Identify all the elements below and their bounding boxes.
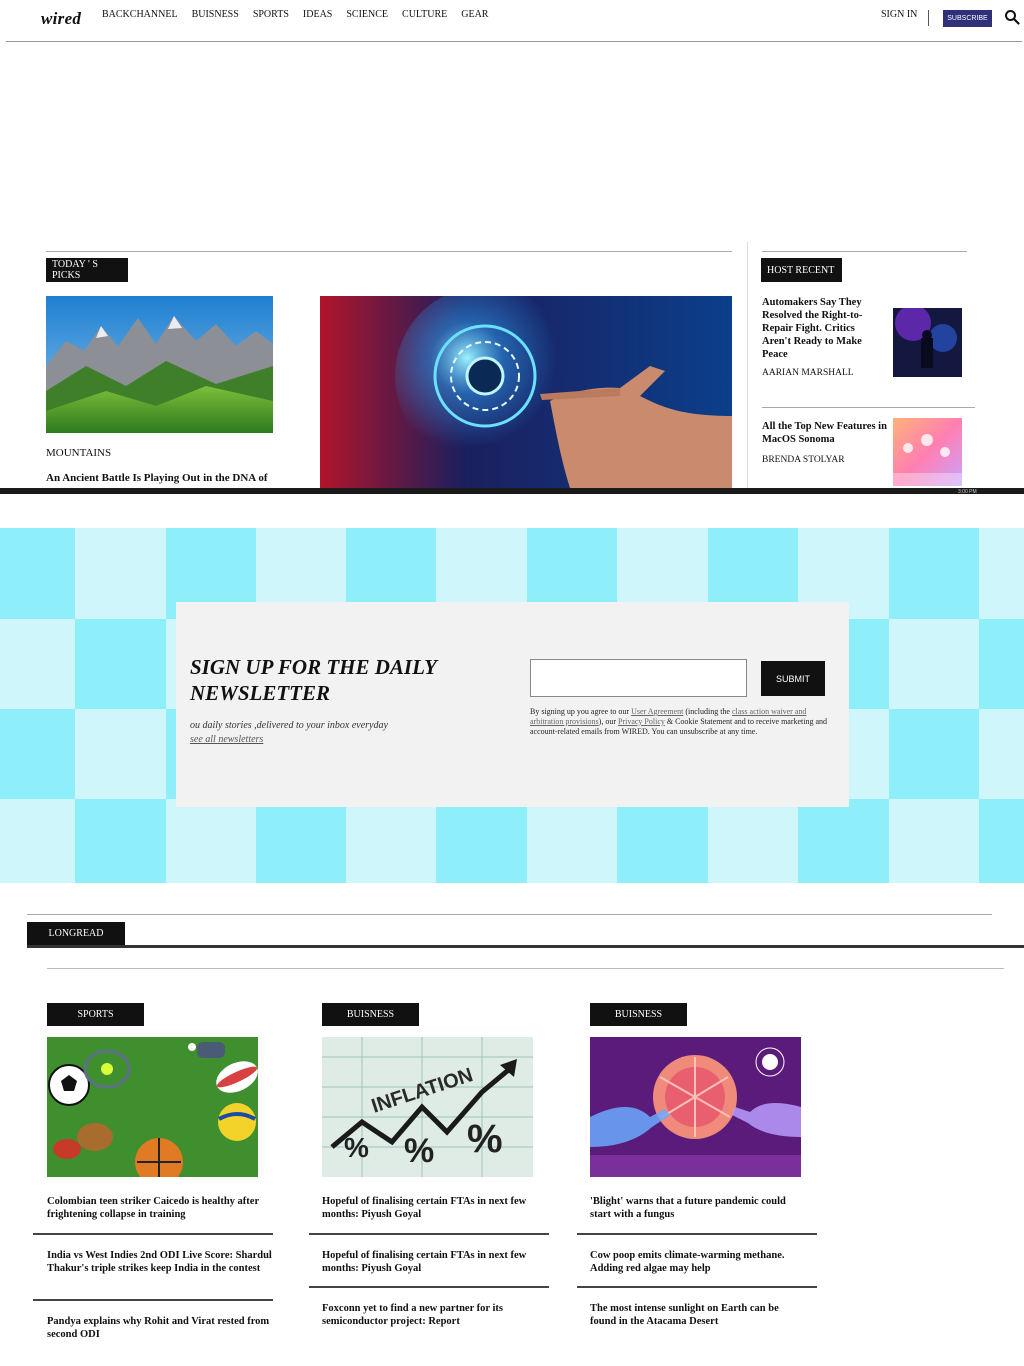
user-agreement-link[interactable]: User Agreement bbox=[631, 707, 683, 716]
inflation-image[interactable]: INFLATION % % % bbox=[322, 1037, 533, 1177]
article-separator bbox=[33, 1233, 273, 1235]
taskbar-strip bbox=[0, 488, 1024, 494]
newsletter-subtitle: ou daily stories ,delivered to your inbo… bbox=[190, 720, 388, 731]
article-title[interactable]: Foxconn yet to find a new partner for it… bbox=[322, 1302, 537, 1328]
nav-item-ideas[interactable]: IDEAS bbox=[303, 9, 332, 20]
search-icon[interactable] bbox=[1004, 9, 1020, 25]
legal-text: (including the bbox=[683, 707, 732, 716]
longread-label: LONGREAD bbox=[27, 922, 125, 945]
longread-rule bbox=[47, 968, 1004, 969]
nav-item-culture[interactable]: CULTURE bbox=[402, 9, 447, 20]
article-title[interactable]: India vs West Indies 2nd ODI Live Score:… bbox=[47, 1249, 272, 1275]
card-title[interactable]: An Ancient Battle Is Playing Out in the … bbox=[46, 472, 276, 487]
article-title[interactable]: Pandya explains why Rohit and Virat rest… bbox=[47, 1315, 272, 1341]
fungus-image[interactable] bbox=[590, 1037, 801, 1177]
recent-separator bbox=[762, 407, 975, 408]
sports-image[interactable] bbox=[47, 1037, 258, 1177]
most-recent-label: HOST RECENT bbox=[761, 258, 842, 282]
sign-in-link[interactable]: SIGN IN bbox=[881, 9, 917, 20]
newsletter-submit-button[interactable]: SUBMIT bbox=[761, 661, 825, 696]
newsletter-email-input[interactable] bbox=[530, 659, 747, 697]
longread-thick-rule bbox=[27, 945, 1024, 948]
taskbar-clock: 3:00 PM bbox=[958, 489, 977, 495]
article-title[interactable]: Hopeful of finalising certain FTAs in ne… bbox=[322, 1249, 537, 1275]
header-underline bbox=[6, 41, 1022, 42]
recent-item-author: BRENDA STOLYAR bbox=[762, 455, 845, 465]
longread-top-rule bbox=[27, 914, 992, 915]
legal-text: ), our bbox=[598, 717, 618, 726]
article-title[interactable]: 'Blight' warns that a future pandemic co… bbox=[590, 1195, 805, 1221]
legal-text: By signing up you agree to our bbox=[530, 707, 632, 716]
card-kicker: MOUNTAINS bbox=[46, 447, 112, 459]
article-title[interactable]: Colombian teen striker Caicedo is health… bbox=[47, 1195, 262, 1221]
article-separator bbox=[309, 1233, 549, 1235]
article-separator bbox=[33, 1299, 273, 1301]
subscribe-button[interactable]: SUBSCRIBE bbox=[943, 10, 992, 27]
category-tag[interactable]: SPORTS bbox=[47, 1003, 144, 1026]
nav-item-sports[interactable]: SPORTS bbox=[253, 9, 289, 20]
recent-item-image[interactable] bbox=[893, 308, 962, 377]
tech-hand-image[interactable] bbox=[320, 296, 732, 488]
main-nav: BACKCHANNEL BUISNESS SPORTS IDEAS SCIENC… bbox=[102, 9, 488, 20]
svg-text:%: % bbox=[404, 1132, 434, 1170]
article-separator bbox=[577, 1286, 817, 1288]
see-all-newsletters-link[interactable]: see all newsletters bbox=[190, 734, 263, 745]
picks-rule bbox=[46, 251, 732, 252]
category-tag[interactable]: BUISNESS bbox=[322, 1003, 419, 1026]
mountain-image[interactable] bbox=[46, 296, 273, 433]
recent-item-author: AARIAN MARSHALL bbox=[762, 368, 854, 378]
svg-text:%: % bbox=[344, 1132, 369, 1163]
article-title[interactable]: Hopeful of finalising certain FTAs in ne… bbox=[322, 1195, 537, 1221]
column-divider bbox=[747, 242, 748, 488]
nav-item-backchannel[interactable]: BACKCHANNEL bbox=[102, 9, 178, 20]
category-tag[interactable]: BUISNESS bbox=[590, 1003, 687, 1026]
svg-text:%: % bbox=[467, 1117, 503, 1161]
todays-picks-label: TODAY ' S PICKS bbox=[46, 258, 128, 282]
nav-item-science[interactable]: SCIENCE bbox=[346, 9, 388, 20]
article-separator bbox=[309, 1286, 549, 1288]
article-title[interactable]: Cow poop emits climate-warming methane. … bbox=[590, 1249, 805, 1275]
article-title[interactable]: The most intense sunlight on Earth can b… bbox=[590, 1302, 805, 1328]
nav-item-business[interactable]: BUISNESS bbox=[192, 9, 239, 20]
header-divider bbox=[928, 10, 929, 26]
recent-item-title[interactable]: Automakers Say They Resolved the Right-t… bbox=[762, 296, 880, 361]
recent-item-image[interactable] bbox=[893, 418, 962, 486]
nav-item-gear[interactable]: GEAR bbox=[461, 9, 488, 20]
newsletter-title: SIGN UP FOR THE DAILY NEWSLETTER bbox=[190, 655, 437, 705]
privacy-policy-link[interactable]: Privacy Policy bbox=[618, 717, 665, 726]
recent-rule bbox=[762, 251, 967, 252]
recent-item-title[interactable]: All the Top New Features in MacOS Sonoma bbox=[762, 420, 887, 446]
article-separator bbox=[577, 1233, 817, 1235]
newsletter-legal-text: By signing up you agree to our User Agre… bbox=[530, 707, 830, 737]
site-logo[interactable]: wired bbox=[41, 9, 81, 29]
